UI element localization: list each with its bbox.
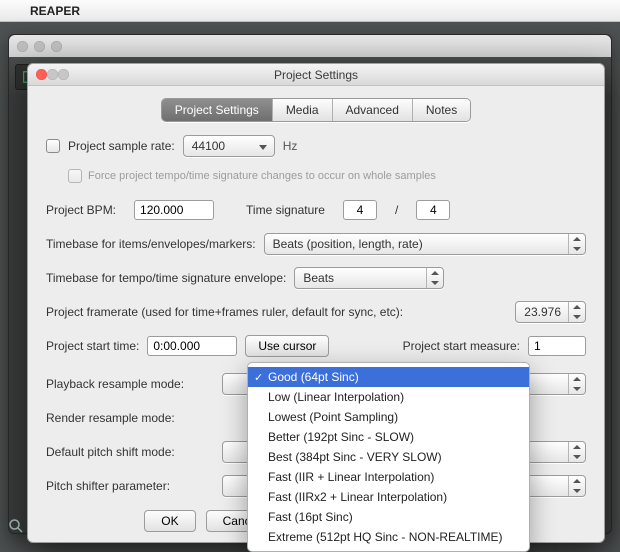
start-time-label: Project start time: [46,339,139,353]
ok-button[interactable]: OK [144,510,195,532]
playback-resample-label: Playback resample mode: [46,377,214,391]
start-measure-label: Project start measure: [403,339,520,353]
timebase-items-popup[interactable]: Beats (position, length, rate) [264,233,586,255]
menu-item[interactable]: Fast (IIR + Linear Interpolation) [248,467,529,487]
framerate-popup[interactable]: 23.976 [515,301,586,323]
menu-item[interactable]: Low (Linear Interpolation) [248,387,529,407]
tab-project-settings[interactable]: Project Settings [162,99,273,121]
magnifier-icon [6,516,26,536]
pitch-mode-label: Default pitch shift mode: [46,445,214,459]
timebase-tempo-popup[interactable]: Beats [294,267,444,289]
sample-rate-checkbox[interactable] [46,139,60,153]
tab-advanced[interactable]: Advanced [333,99,413,121]
tab-notes[interactable]: Notes [413,99,470,121]
timebase-tempo-label: Timebase for tempo/time signature envelo… [46,271,286,285]
force-tempo-checkbox [68,169,82,183]
menu-item[interactable]: Extreme (512pt HQ Sinc - NON-REALTIME) [248,527,529,547]
timesig-numerator-input[interactable] [343,200,377,220]
timesig-denominator-input[interactable] [416,200,450,220]
force-tempo-label: Force project tempo/time signature chang… [88,170,436,182]
playback-resample-menu[interactable]: Good (64pt Sinc) Low (Linear Interpolati… [247,362,530,552]
timebase-tempo-value: Beats [303,271,334,285]
traffic-light-zoom-icon[interactable] [51,41,62,52]
sample-rate-value: 44100 [192,139,225,153]
sample-rate-label: Project sample rate: [68,139,175,153]
framerate-value: 23.976 [524,305,561,319]
menu-item[interactable]: Lowest (Point Sampling) [248,407,529,427]
traffic-light-minimize-icon[interactable] [34,41,45,52]
menu-item[interactable]: Better (192pt Sinc - SLOW) [248,427,529,447]
tab-bar: Project Settings Media Advanced Notes [46,98,586,122]
timesig-label: Time signature [246,203,325,217]
sample-rate-combo[interactable]: 44100 [183,135,275,157]
dialog-title: Project Settings [28,68,604,82]
framerate-label: Project framerate (used for time+frames … [46,305,403,319]
main-window-titlebar [9,35,611,57]
timesig-separator: / [395,203,398,217]
bpm-label: Project BPM: [46,203,116,217]
timebase-items-value: Beats (position, length, rate) [273,237,423,251]
render-resample-label: Render resample mode: [46,411,214,425]
project-settings-dialog: Project Settings Project Settings Media … [27,63,605,543]
menu-item[interactable]: Fast (IIRx2 + Linear Interpolation) [248,487,529,507]
sample-rate-unit: Hz [283,139,298,153]
menu-item[interactable]: Fast (16pt Sinc) [248,507,529,527]
pitch-param-label: Pitch shifter parameter: [46,479,214,493]
menu-item[interactable]: Best (384pt Sinc - VERY SLOW) [248,447,529,467]
use-cursor-button[interactable]: Use cursor [245,335,329,357]
bpm-input[interactable] [134,200,214,220]
menu-item[interactable]: Good (64pt Sinc) [248,367,529,387]
timebase-items-label: Timebase for items/envelopes/markers: [46,237,256,251]
traffic-light-close-icon[interactable] [17,41,28,52]
app-menu[interactable]: REAPER [30,4,80,18]
tab-media[interactable]: Media [273,99,333,121]
start-time-input[interactable] [147,336,237,356]
start-measure-input[interactable] [528,336,586,356]
dialog-titlebar: Project Settings [28,64,604,86]
mac-menubar: REAPER [0,0,620,22]
